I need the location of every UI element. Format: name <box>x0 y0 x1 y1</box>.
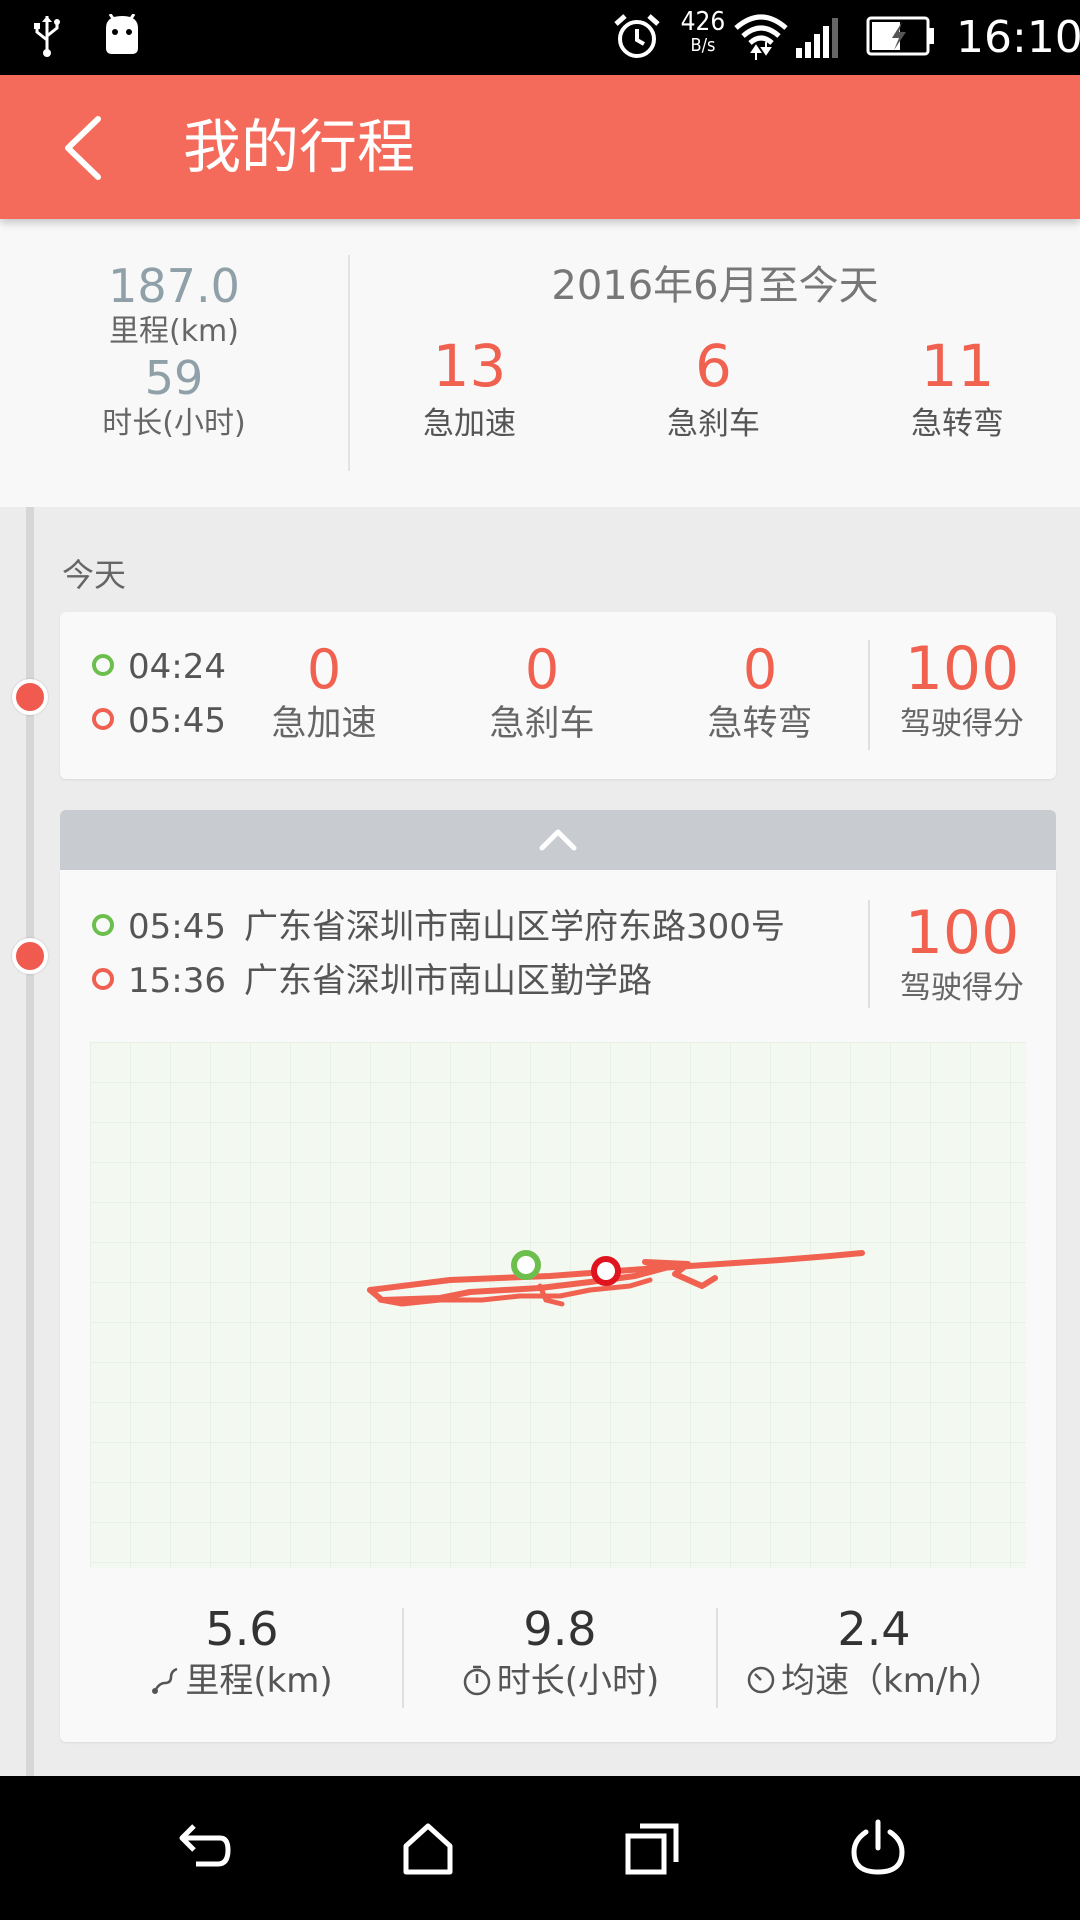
duration-label: 时长(小时) <box>496 1661 660 1701</box>
start-marker-icon <box>511 1250 541 1280</box>
stat-value: 0 <box>306 638 342 701</box>
start-time: 05:45 <box>128 907 226 947</box>
status-bar: 426 B/s 16:10 <box>0 0 1080 75</box>
timeline-dot <box>12 938 48 974</box>
android-icon <box>106 14 138 54</box>
trip-duration: 9.8 时长(小时) <box>404 1600 716 1704</box>
trip-score: 100 驾驶得分 <box>882 634 1042 744</box>
score-value: 100 <box>904 634 1020 704</box>
total-distance-value: 187.0 <box>108 259 240 313</box>
usb-icon <box>34 16 60 57</box>
divider <box>868 900 870 1008</box>
total-duration-label: 时长(小时) <box>102 406 246 441</box>
total-duration-value: 59 <box>144 351 204 405</box>
trip-distance: 5.6 里程(km) <box>86 1600 398 1704</box>
duration-value: 9.8 <box>523 1602 597 1656</box>
stat-value: 0 <box>742 638 778 701</box>
nav-recents-icon[interactable] <box>622 1818 682 1878</box>
summary-period: 2016年6月至今天 <box>551 263 879 309</box>
stat-value: 6 <box>695 332 732 400</box>
nav-power-icon[interactable] <box>848 1818 908 1878</box>
system-nav-bar <box>0 1776 1080 1920</box>
chevron-up-icon <box>539 829 577 851</box>
net-speed-value: 426 <box>680 7 726 37</box>
nav-back-icon[interactable] <box>174 1818 234 1878</box>
nav-home-icon[interactable] <box>398 1818 458 1878</box>
stat-label: 急刹车 <box>667 406 760 442</box>
speed-label: 均速（km/h） <box>781 1661 1003 1701</box>
stat-label: 急刹车 <box>489 704 595 744</box>
end-marker-icon <box>591 1256 621 1286</box>
timer-icon <box>463 1665 490 1695</box>
trip-stat-turn: 0 急转弯 <box>660 638 860 746</box>
speed-label-row: 均速（km/h） <box>718 1658 1030 1704</box>
alarm-icon <box>614 14 660 58</box>
collapse-toggle[interactable] <box>60 810 1056 870</box>
divider <box>868 640 870 750</box>
stat-label: 急加速 <box>423 406 516 442</box>
start-marker-icon <box>92 913 114 936</box>
trip-times: 04:24 05:45 <box>92 640 226 748</box>
trip-start: 05:45 广东省深圳市南山区学府东路300号 <box>92 900 785 954</box>
route-map[interactable] <box>90 1042 1026 1568</box>
trip-end: 05:45 <box>92 694 226 748</box>
stat-value: 13 <box>432 332 507 400</box>
stat-label: 急转弯 <box>707 704 813 744</box>
back-icon[interactable] <box>54 113 114 183</box>
signal-icon <box>796 18 838 58</box>
end-marker-icon <box>92 707 114 730</box>
wifi-icon <box>734 14 788 60</box>
start-time: 04:24 <box>128 647 226 687</box>
trip-card[interactable]: 04:24 05:45 0 急加速 0 急刹车 0 急转弯 100 驾驶得分 <box>60 612 1056 779</box>
trip-avg-speed: 2.4 均速（km/h） <box>718 1600 1030 1704</box>
stat-label: 急转弯 <box>911 406 1004 442</box>
end-time: 05:45 <box>128 701 226 741</box>
net-speed: 426 B/s <box>674 8 732 56</box>
route-icon <box>152 1667 178 1694</box>
score-value: 100 <box>904 898 1020 968</box>
score-label: 驾驶得分 <box>900 970 1024 1006</box>
trip-addresses: 05:45 广东省深圳市南山区学府东路300号 15:36 广东省深圳市南山区勤学路 <box>92 900 785 1008</box>
trip-card-expanded[interactable]: 05:45 广东省深圳市南山区学府东路300号 15:36 广东省深圳市南山区勤学路… <box>60 870 1056 1742</box>
app-bar: 我的行程 <box>0 75 1080 219</box>
speed-value: 2.4 <box>837 1602 911 1656</box>
start-address: 广东省深圳市南山区学府东路300号 <box>243 907 785 947</box>
battery-charging-icon <box>866 16 934 56</box>
speed-icon <box>747 1666 775 1693</box>
trip-stat-accel: 0 急加速 <box>224 638 424 746</box>
day-label: 今天 <box>62 556 127 594</box>
trip-start: 04:24 <box>92 640 226 694</box>
start-marker-icon <box>92 653 114 676</box>
stat-value: 11 <box>920 332 995 400</box>
distance-label-row: 里程(km) <box>86 1658 398 1704</box>
summary-panel: 187.0 里程(km) 59 时长(小时) 2016年6月至今天 13 急加速… <box>0 219 1080 507</box>
route-path <box>367 1250 865 1307</box>
total-distance-label: 里程(km) <box>108 314 239 349</box>
summary-totals: 187.0 里程(km) 59 时长(小时) <box>0 259 348 443</box>
duration-label-row: 时长(小时) <box>404 1658 716 1704</box>
trip-end: 15:36 广东省深圳市南山区勤学路 <box>92 954 785 1008</box>
trip-score: 100 驾驶得分 <box>882 898 1042 1008</box>
end-address: 广东省深圳市南山区勤学路 <box>243 961 652 1001</box>
score-label: 驾驶得分 <box>900 706 1024 742</box>
distance-value: 5.6 <box>205 1602 279 1656</box>
timeline-dot <box>12 679 48 715</box>
distance-label: 里程(km) <box>185 1661 333 1701</box>
stat-label: 急加速 <box>271 704 377 744</box>
summary-stat-accel: 13 急加速 <box>348 329 591 445</box>
status-time: 16:10 <box>956 12 1080 63</box>
summary-stat-brake: 6 急刹车 <box>592 329 835 445</box>
net-speed-unit: B/s <box>690 35 716 56</box>
trip-stat-brake: 0 急刹车 <box>442 638 642 746</box>
end-time: 15:36 <box>128 961 226 1001</box>
page-title: 我的行程 <box>183 113 416 181</box>
stat-value: 0 <box>524 638 560 701</box>
summary-stat-turn: 11 急转弯 <box>836 329 1079 445</box>
end-marker-icon <box>92 967 114 990</box>
